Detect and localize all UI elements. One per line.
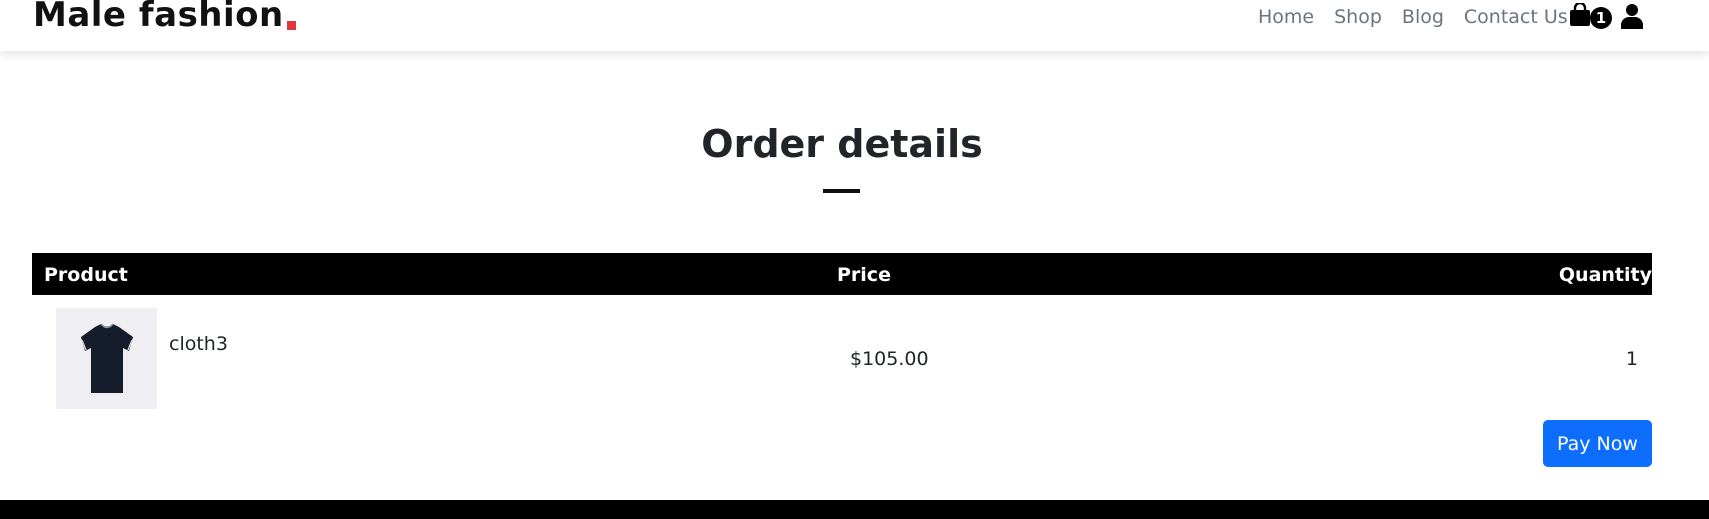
product-name: cloth3: [169, 333, 228, 355]
cart-button[interactable]: 1: [1569, 1, 1615, 33]
column-header-product: Product: [44, 264, 128, 286]
pay-now-button[interactable]: Pay Now: [1543, 420, 1652, 467]
table-row: cloth3 $105.00 1: [32, 307, 1652, 409]
cart-count-badge: 1: [1590, 7, 1612, 29]
user-icon: [1621, 4, 1643, 29]
title-underline: [823, 189, 860, 193]
nav-shop[interactable]: Shop: [1334, 6, 1382, 28]
main-nav: Home Shop Blog Contact Us: [1258, 6, 1568, 28]
page-title: Order details: [701, 122, 983, 166]
column-header-quantity: Quantity: [1558, 264, 1652, 286]
brand-logo[interactable]: Male fashion: [33, 0, 296, 32]
shopping-bag-icon: [1570, 3, 1590, 26]
nav-home[interactable]: Home: [1258, 6, 1314, 28]
product-quantity: 1: [1625, 348, 1638, 370]
order-table-header: Product Price Quantity: [32, 253, 1652, 295]
nav-icons: 1: [1569, 1, 1645, 33]
brand-dot: [286, 21, 296, 30]
brand-name: Male fashion: [33, 0, 284, 35]
site-header: Male fashion Home Shop Blog Contact Us 1: [0, 0, 1709, 51]
tshirt-image: [80, 322, 133, 393]
site-footer: [0, 500, 1709, 519]
nav-blog[interactable]: Blog: [1402, 6, 1444, 28]
column-header-price: Price: [837, 264, 891, 286]
product-price: $105.00: [850, 348, 929, 370]
nav-contact-us[interactable]: Contact Us: [1464, 6, 1568, 28]
product-image: [56, 308, 157, 409]
user-account-button[interactable]: [1621, 3, 1645, 31]
